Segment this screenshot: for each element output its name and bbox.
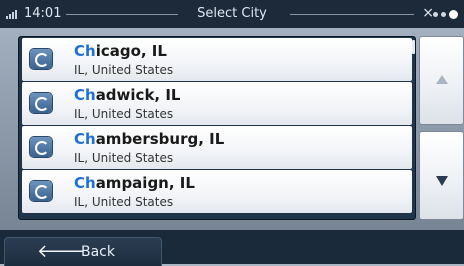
- status-bar: 14:01 Select City ⨯: [0, 0, 464, 28]
- city-pin-icon: [30, 137, 52, 157]
- city-list[interactable]: Chicago, IL IL, United States Chadwick, …: [18, 36, 416, 220]
- city-row-chambersburg[interactable]: Chambersburg, IL IL, United States: [22, 126, 412, 169]
- city-name: Champaign, IL: [74, 174, 195, 192]
- status-dots-icon: [433, 10, 458, 19]
- scroll-controls: [419, 36, 464, 220]
- city-name: Chambersburg, IL: [74, 130, 225, 148]
- city-region: IL, United States: [74, 107, 174, 121]
- city-region: IL, United States: [74, 63, 174, 77]
- scroll-down-arrow-icon: [436, 176, 448, 186]
- city-row-champaign[interactable]: Champaign, IL IL, United States: [22, 170, 412, 213]
- city-name: Chicago, IL: [74, 42, 167, 60]
- city-pin-icon: [30, 93, 52, 113]
- scroll-up-button[interactable]: [419, 36, 464, 125]
- city-region: IL, United States: [74, 195, 174, 209]
- back-arrow-icon: 🡐: [37, 241, 86, 262]
- city-pin-icon: [30, 181, 52, 201]
- scroll-down-button[interactable]: [419, 131, 464, 220]
- back-button[interactable]: 🡐 Back: [4, 237, 162, 266]
- city-pin-icon: [30, 49, 52, 69]
- title-divider-right: [290, 14, 414, 15]
- city-region: IL, United States: [74, 151, 174, 165]
- city-name: Chadwick, IL: [74, 86, 181, 104]
- city-row-chadwick[interactable]: Chadwick, IL IL, United States: [22, 82, 412, 125]
- back-label: Back: [81, 244, 115, 260]
- city-row-chicago[interactable]: Chicago, IL IL, United States: [22, 38, 412, 81]
- list-scrollbar[interactable]: [412, 40, 415, 54]
- scroll-up-arrow-icon: [436, 75, 448, 84]
